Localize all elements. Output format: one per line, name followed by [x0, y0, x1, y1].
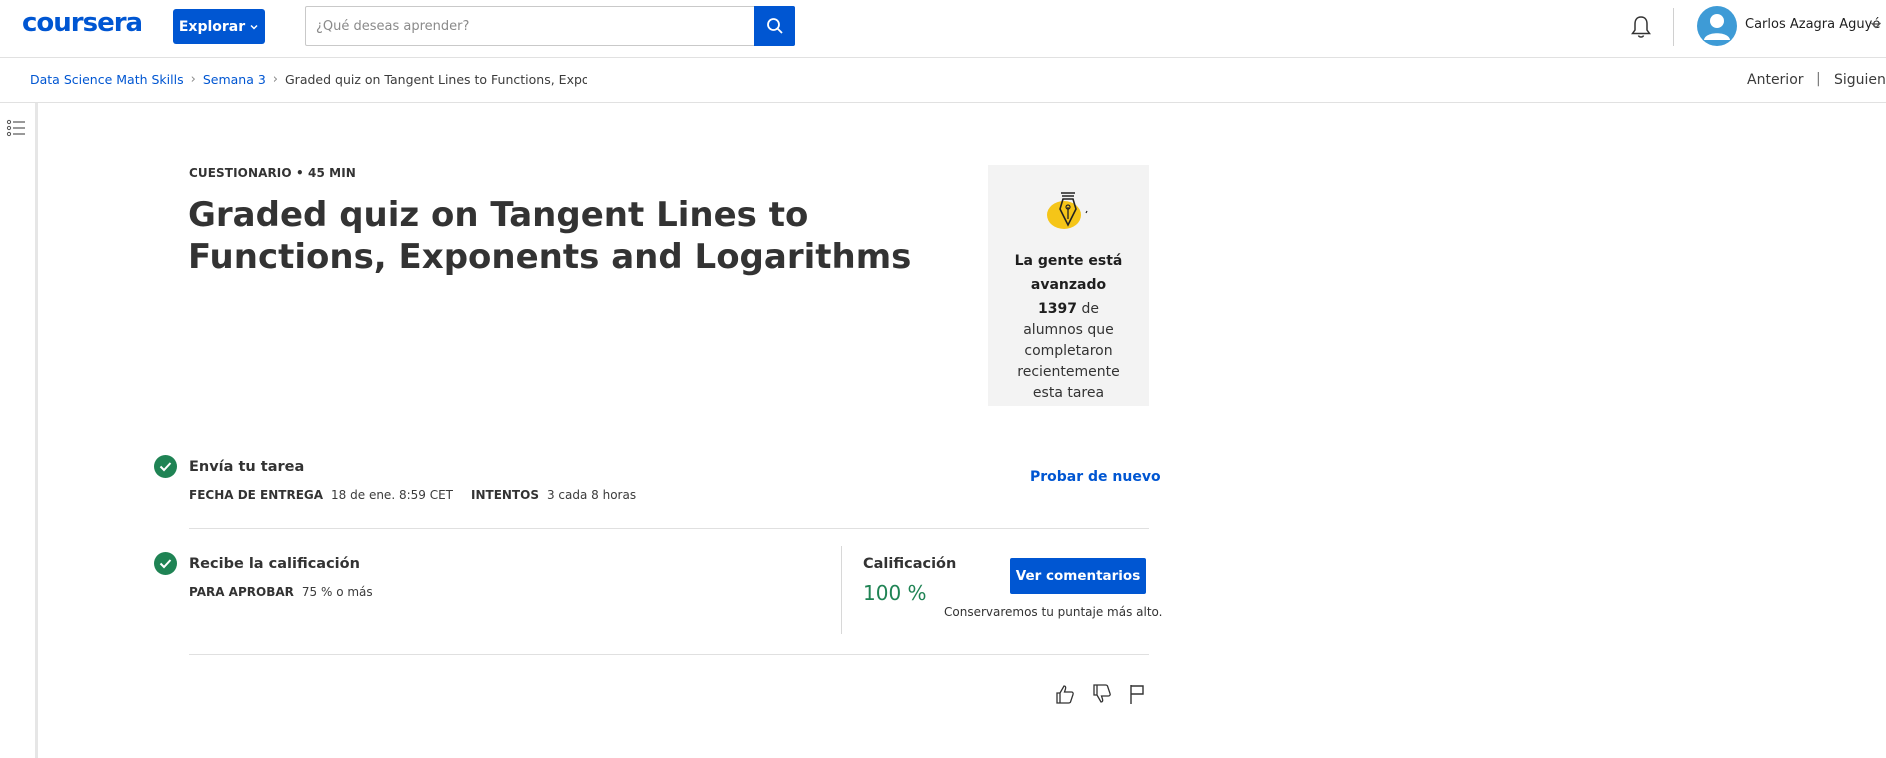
chevron-down-icon[interactable] [1870, 20, 1882, 30]
grade-label: Calificación [863, 556, 957, 572]
progress-card-text: 1397 de alumnos que completaron reciente… [1008, 299, 1129, 404]
course-menu-toggle[interactable] [6, 118, 28, 138]
submit-details: FECHA DE ENTREGA 18 de ene. 8:59 CET INT… [189, 488, 636, 502]
highest-score-note: Conservaremos tu puntaje más alto. [944, 605, 1163, 619]
user-name[interactable]: Carlos Azagra Aguyé [1745, 17, 1880, 32]
flag-icon [1130, 685, 1144, 704]
coursera-logo[interactable]: coursera [22, 8, 143, 38]
pass-value: 75 % o más [301, 585, 373, 599]
grade-value: 100 % [863, 581, 927, 605]
check-icon [159, 559, 172, 569]
breadcrumb: Data Science Math Skills › Semana 3 › Gr… [30, 72, 587, 87]
search-icon [766, 18, 783, 34]
pen-nib-icon [1047, 192, 1088, 229]
explore-label: Explorar [178, 18, 246, 35]
next-link[interactable]: Siguiente [1834, 72, 1886, 88]
search-button[interactable] [754, 6, 795, 46]
try-again-link[interactable]: Probar de nuevo [1030, 469, 1161, 485]
breadcrumb-current: Graded quiz on Tangent Lines to Function… [285, 72, 587, 87]
bell-icon [1631, 16, 1651, 38]
search-input[interactable] [306, 7, 754, 45]
search-bar [305, 6, 795, 46]
attempts-value: 3 cada 8 horas [546, 488, 637, 502]
pass-label: PARA APROBAR [189, 585, 294, 599]
header-divider [1673, 8, 1674, 46]
breadcrumb-bar: Data Science Math Skills › Semana 3 › Gr… [0, 58, 1886, 103]
due-date-value: 18 de ene. 8:59 CET [331, 488, 453, 502]
explore-button[interactable]: Explorar [173, 9, 265, 44]
grade-status-check [154, 552, 177, 575]
grade-vertical-divider [841, 546, 842, 634]
breadcrumb-separator-icon: › [190, 72, 196, 87]
breadcrumb-separator-icon: › [272, 72, 278, 87]
due-date-label: FECHA DE ENTREGA [189, 488, 324, 502]
notifications-button[interactable] [1626, 12, 1656, 42]
submit-heading: Envía tu tarea [189, 459, 305, 475]
breadcrumb-week-link[interactable]: Semana 3 [203, 72, 266, 87]
assignment-type-duration: CUESTIONARIO • 45 MIN [189, 166, 356, 180]
view-feedback-button[interactable]: Ver comentarios [1010, 558, 1146, 594]
chevron-down-icon [250, 24, 258, 30]
avatar-icon [1704, 14, 1730, 40]
learner-progress-card: La gente está avanzado 1397 de alumnos q… [988, 165, 1149, 406]
thumbs-down-icon [1093, 684, 1111, 703]
page-title: Graded quiz on Tangent Lines to Function… [188, 195, 912, 277]
top-navigation-bar: coursera Explorar Carlos Azagra Aguyé [0, 0, 1886, 58]
section-divider [189, 528, 1149, 529]
previous-link[interactable]: Anterior [1747, 72, 1804, 88]
user-avatar[interactable] [1697, 6, 1737, 46]
attempts-label: INTENTOS [471, 488, 539, 502]
course-sidebar-rail [0, 103, 38, 758]
dislike-button[interactable] [1090, 682, 1114, 706]
section-divider [189, 654, 1149, 655]
menu-list-icon [6, 119, 25, 137]
progress-card-heading: La gente está avanzado [1014, 253, 1123, 293]
report-button[interactable] [1125, 682, 1149, 706]
like-button[interactable] [1053, 682, 1077, 706]
thumbs-up-icon [1056, 685, 1074, 704]
breadcrumb-course-link[interactable]: Data Science Math Skills [30, 72, 184, 87]
submit-status-check [154, 455, 177, 478]
nav-separator: | [1816, 71, 1821, 87]
pass-requirement: PARA APROBAR 75 % o más [189, 585, 373, 599]
grade-heading: Recibe la calificación [189, 556, 360, 572]
check-icon [159, 462, 172, 472]
learners-count: 1397 [1038, 301, 1077, 317]
